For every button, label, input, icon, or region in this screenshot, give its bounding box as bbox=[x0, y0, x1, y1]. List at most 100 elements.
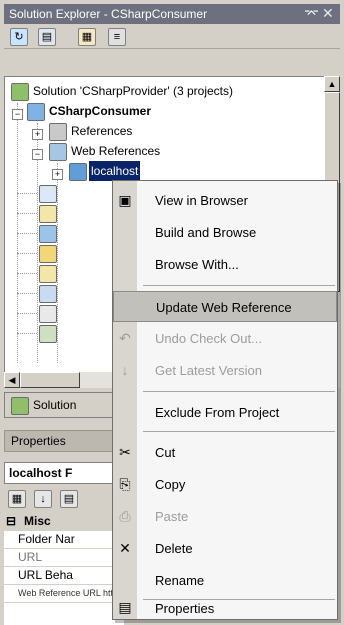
menu-item-label: Copy bbox=[155, 477, 186, 492]
tree-line bbox=[17, 193, 37, 194]
menu-item-properties[interactable]: ▤ Properties bbox=[113, 587, 337, 617]
show-all-files-icon[interactable]: ▤ bbox=[38, 28, 56, 46]
menu-item-exclude-from-project[interactable]: Exclude From Project bbox=[113, 397, 337, 428]
tree-item-label: Web References bbox=[71, 144, 161, 158]
property-description: Web Reference URL http://localhost/CShar… bbox=[18, 588, 124, 598]
csharp-project-icon bbox=[27, 103, 45, 121]
file-icon[interactable] bbox=[39, 285, 57, 303]
menu-item-view-in-browser[interactable]: ▣ View in Browser bbox=[113, 185, 337, 216]
title-bar: Solution Explorer - CSharpConsumer ⌤ ✕ bbox=[4, 4, 340, 24]
menu-item-update-web-reference[interactable]: Update Web Reference bbox=[113, 291, 337, 322]
menu-item-label: Delete bbox=[155, 541, 193, 556]
menu-item-label: Paste bbox=[155, 509, 189, 524]
undo-checkout-icon: ↶ bbox=[119, 330, 131, 346]
menu-item-paste[interactable]: ⎙ Paste bbox=[113, 501, 337, 532]
properties-title-bar: Properties bbox=[4, 430, 124, 452]
collapse-icon[interactable]: − bbox=[32, 149, 43, 160]
menu-item-label: Update Web Reference bbox=[156, 300, 292, 315]
get-latest-icon: ↓ bbox=[121, 362, 129, 378]
tree-item-label: CSharpConsumer bbox=[49, 104, 152, 118]
toolbar: ↻ ▤ ▦ ≡ bbox=[4, 24, 340, 49]
properties-title: Properties bbox=[11, 434, 66, 448]
view-code-icon[interactable]: ≡ bbox=[108, 28, 126, 46]
solution-icon bbox=[11, 83, 29, 101]
tree-item-label: References bbox=[71, 124, 133, 138]
property-name: Folder Nar bbox=[18, 532, 75, 546]
file-icon[interactable] bbox=[39, 305, 57, 323]
close-icon[interactable]: ✕ bbox=[322, 5, 334, 22]
grid-row[interactable]: Web Reference URL http://localhost/CShar… bbox=[4, 584, 124, 603]
menu-item-cut[interactable]: ✂ Cut bbox=[113, 437, 337, 468]
menu-item-delete[interactable]: ✕ Delete bbox=[113, 533, 337, 564]
property-name: URL bbox=[18, 550, 43, 564]
properties-toolbar: ▦ ↓ ▤ bbox=[4, 486, 124, 510]
web-references-icon bbox=[49, 143, 67, 161]
expand-icon[interactable]: + bbox=[52, 169, 63, 180]
scroll-left-icon[interactable]: ◀ bbox=[4, 372, 20, 388]
menu-item-label: Get Latest Version bbox=[155, 363, 262, 378]
tab-label: Solution bbox=[33, 398, 77, 412]
grid-category[interactable]: ⊟ Misc bbox=[4, 512, 124, 531]
tree-line bbox=[17, 273, 37, 274]
web-reference-icon bbox=[69, 163, 87, 181]
property-pages-icon[interactable]: ▤ bbox=[60, 490, 78, 508]
tree-line bbox=[17, 313, 37, 314]
csharp-file-icon[interactable] bbox=[39, 185, 57, 203]
grid-row[interactable]: Folder Nar bbox=[4, 530, 124, 549]
pin-icon[interactable]: ⌤ bbox=[304, 6, 319, 22]
menu-item-undo-check-out[interactable]: ↶ Undo Check Out... bbox=[113, 323, 337, 354]
property-name: URL Beha bbox=[18, 568, 73, 582]
tree-line bbox=[17, 213, 37, 214]
menu-item-label: Exclude From Project bbox=[155, 405, 280, 420]
tree-line bbox=[17, 253, 37, 254]
alphabetical-icon[interactable]: ↓ bbox=[34, 490, 52, 508]
grid-row[interactable]: URL bbox=[4, 548, 124, 567]
paste-icon: ⎙ bbox=[119, 508, 131, 524]
menu-item-copy[interactable]: ⎘ Copy bbox=[113, 469, 337, 500]
context-menu: ▣ View in Browser Build and Browse Brows… bbox=[112, 180, 338, 620]
scroll-up-icon[interactable]: ▲ bbox=[324, 76, 340, 92]
collapse-icon[interactable]: ⊟ bbox=[6, 512, 16, 530]
tree-line bbox=[17, 293, 37, 294]
file-icon[interactable] bbox=[39, 205, 57, 223]
properties-icon: ▤ bbox=[118, 599, 132, 615]
tree-line bbox=[17, 233, 37, 234]
window-title: Solution Explorer - CSharpConsumer bbox=[9, 7, 208, 21]
file-icon[interactable] bbox=[39, 325, 57, 343]
tree-item-label: localhost bbox=[89, 161, 141, 181]
tab-solution-explorer[interactable]: Solution bbox=[4, 392, 124, 418]
copy-icon: ⎘ bbox=[119, 476, 131, 492]
file-icon[interactable] bbox=[39, 265, 57, 283]
expand-icon[interactable]: + bbox=[32, 129, 43, 140]
refresh-icon[interactable]: ↻ bbox=[10, 28, 28, 46]
grid-row[interactable]: URL Beha bbox=[4, 566, 124, 585]
tree-item-label: Solution 'CSharpProvider' (3 projects) bbox=[33, 84, 234, 98]
menu-item-label: Cut bbox=[155, 445, 176, 460]
menu-separator bbox=[143, 391, 335, 392]
references-icon bbox=[49, 123, 67, 141]
object-name: localhost F bbox=[9, 466, 73, 480]
file-icon[interactable] bbox=[39, 245, 57, 263]
menu-item-browse-with[interactable]: Browse With... bbox=[113, 249, 337, 280]
collapse-icon[interactable]: − bbox=[12, 109, 23, 120]
category-label: Misc bbox=[24, 514, 51, 528]
menu-item-build-and-browse[interactable]: Build and Browse bbox=[113, 217, 337, 248]
delete-icon: ✕ bbox=[119, 540, 131, 556]
menu-item-label: Build and Browse bbox=[155, 225, 257, 240]
object-selector[interactable]: localhost F bbox=[4, 462, 124, 484]
tree-line bbox=[57, 163, 58, 363]
menu-item-label: Properties bbox=[155, 601, 215, 616]
menu-separator bbox=[143, 431, 335, 432]
menu-item-get-latest-version[interactable]: ↓ Get Latest Version bbox=[113, 355, 337, 386]
property-grid: ⊟ Misc Folder Nar URL URL Beha Web Refer… bbox=[4, 512, 124, 625]
categorized-icon[interactable]: ▦ bbox=[8, 490, 26, 508]
menu-item-label: Rename bbox=[155, 573, 205, 588]
menu-item-label: View in Browser bbox=[155, 193, 248, 208]
browser-icon: ▣ bbox=[118, 192, 132, 208]
menu-item-label: Undo Check Out... bbox=[155, 331, 262, 346]
file-icon[interactable] bbox=[39, 225, 57, 243]
solution-icon bbox=[11, 397, 29, 415]
menu-separator bbox=[143, 285, 335, 286]
scroll-thumb[interactable] bbox=[20, 372, 80, 388]
properties-icon[interactable]: ▦ bbox=[78, 28, 96, 46]
